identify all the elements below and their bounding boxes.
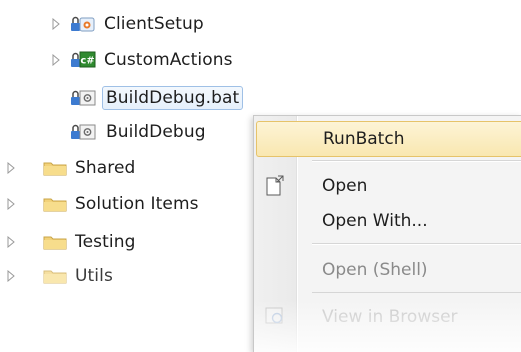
tree-item-label: Utils (75, 266, 113, 286)
tree-item-label: Solution Items (75, 194, 199, 214)
menu-item-label: Open With... (322, 211, 428, 231)
expand-arrow-icon[interactable] (50, 54, 62, 66)
batch-file-icon (70, 122, 96, 142)
tree-item-label: ClientSetup (104, 14, 204, 34)
tree-item-label: Testing (75, 232, 136, 252)
open-document-icon (264, 174, 286, 202)
menu-item-open-shell[interactable]: Open (Shell) (254, 253, 521, 287)
tree-item-label: CustomActions (104, 50, 233, 70)
menu-item-label: Open (322, 176, 368, 196)
batch-file-icon (70, 88, 96, 108)
context-menu: RunBatch Open Open With... Open (Shell) (253, 115, 521, 352)
svg-text:c#: c# (80, 56, 94, 67)
tree-item-label: BuildDebug (106, 122, 206, 142)
expand-arrow-icon[interactable] (50, 18, 62, 30)
csharp-project-icon: c# (70, 50, 96, 70)
tree-item-client-setup[interactable]: ClientSetup (50, 10, 204, 38)
menu-item-label: Open (Shell) (322, 260, 428, 280)
tree-item-shared[interactable]: Shared (5, 154, 135, 182)
expand-arrow-icon[interactable] (5, 270, 17, 282)
menu-item-label: RunBatch (323, 129, 405, 149)
menu-item-open-with[interactable]: Open With... (254, 204, 521, 238)
tree-item-build-debug[interactable]: BuildDebug (70, 118, 206, 146)
tree-item-build-debug-bat[interactable]: BuildDebug.bat (70, 84, 244, 112)
menu-separator-highlight (312, 161, 521, 162)
setup-project-icon (70, 14, 96, 34)
expand-arrow-icon[interactable] (5, 198, 17, 210)
tree-item-utils[interactable]: Utils (5, 262, 113, 290)
menu-item-view-in-browser[interactable]: View in Browser (254, 300, 521, 334)
tree-item-label: Shared (75, 158, 136, 178)
expand-arrow-icon[interactable] (5, 236, 17, 248)
menu-separator-highlight (312, 244, 521, 245)
menu-separator (312, 292, 521, 293)
tree-item-testing[interactable]: Testing (5, 228, 135, 256)
menu-item-open[interactable]: Open (254, 169, 521, 203)
folder-icon (43, 195, 67, 213)
folder-icon (43, 233, 67, 251)
expand-arrow-icon[interactable] (5, 162, 17, 174)
folder-icon (43, 159, 67, 177)
folder-icon (43, 267, 67, 285)
menu-item-run-batch[interactable]: RunBatch (256, 121, 521, 157)
tree-item-solution-items[interactable]: Solution Items (5, 190, 199, 218)
tree-item-custom-actions[interactable]: c# CustomActions (50, 46, 233, 74)
browser-icon (264, 305, 286, 331)
menu-item-label: View in Browser (322, 307, 458, 327)
tree-item-label: BuildDebug.bat (102, 86, 244, 110)
